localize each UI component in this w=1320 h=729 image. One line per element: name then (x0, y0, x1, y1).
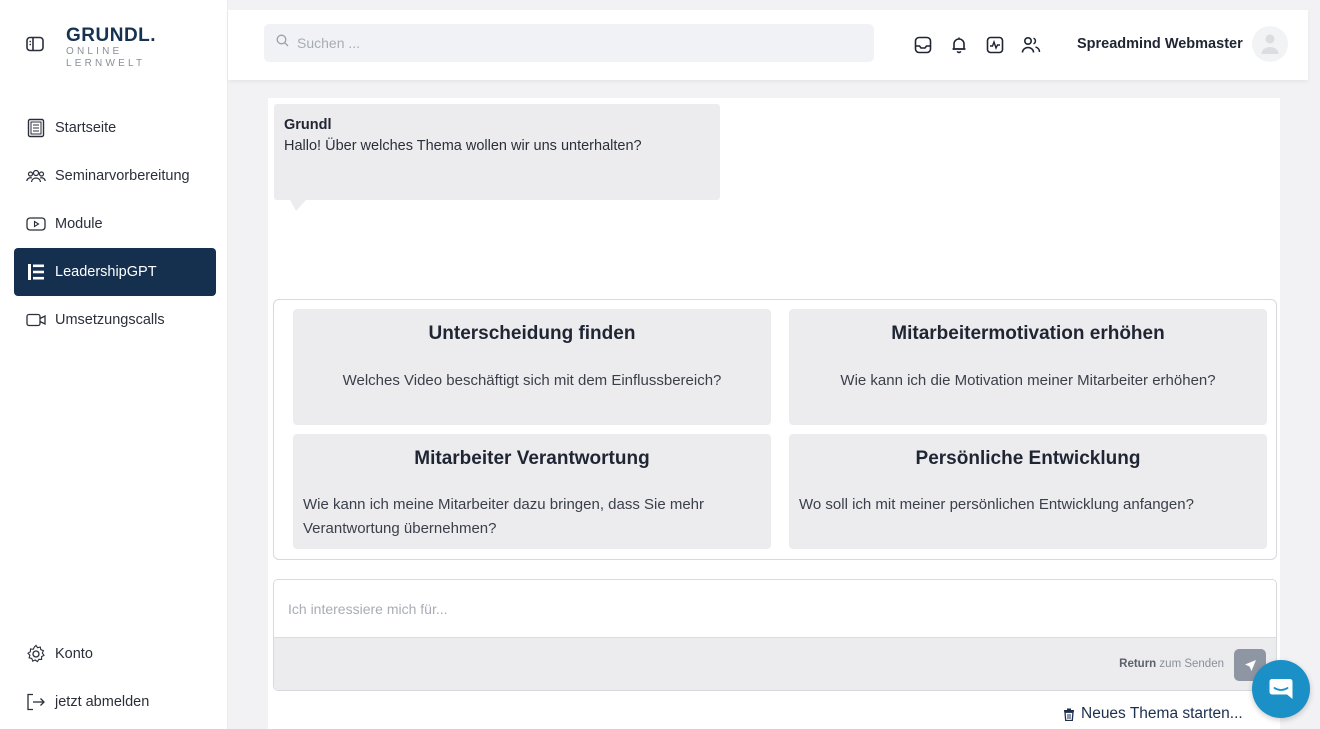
sidebar-item-label: Umsetzungscalls (55, 312, 165, 328)
topbar: Spreadmind Webmaster (228, 10, 1308, 80)
suggestions-panel: Unterscheidung finden Welches Video besc… (273, 299, 1277, 560)
sidebar-item-umsetzungscalls[interactable]: Umsetzungscalls (14, 296, 216, 344)
logo-subtitle-2: LERNWELT (66, 58, 146, 69)
suggestion-card-unterscheidung[interactable]: Unterscheidung finden Welches Video besc… (293, 309, 771, 425)
video-camera-icon (26, 310, 46, 330)
logo-title: GRUNDL. (66, 25, 157, 46)
topbar-icons (912, 34, 1042, 56)
activity-icon[interactable] (984, 34, 1006, 56)
bell-icon[interactable] (948, 34, 970, 56)
suggestion-text: Wo soll ich mit meiner persönlichen Entw… (799, 496, 1194, 513)
suggestion-card-entwicklung[interactable]: Persönliche Entwicklung Wo soll ich mit … (789, 434, 1267, 549)
user-name[interactable]: Spreadmind Webmaster (1077, 36, 1243, 52)
users-icon[interactable] (1020, 34, 1042, 56)
bot-message-text: Hallo! Über welches Thema wollen wir uns… (284, 138, 642, 154)
logo[interactable]: GRUNDL. ONLINE LERNWELT (66, 26, 156, 70)
sidebar: GRUNDL. ONLINE LERNWELT Startseite Semin… (0, 0, 228, 729)
suggestion-title: Unterscheidung finden (428, 323, 636, 344)
play-icon (26, 214, 46, 234)
sidebar-item-label: Module (55, 216, 103, 232)
logo-row: GRUNDL. ONLINE LERNWELT (26, 26, 156, 70)
logo-subtitle-1: ONLINE (66, 46, 123, 57)
send-hint: Return zum Senden (1119, 658, 1224, 670)
composer-input-area (274, 580, 1276, 638)
composer-footer: Return zum Senden (274, 638, 1276, 690)
sidebar-item-module[interactable]: Module (14, 200, 216, 248)
chat-bubble-icon (1269, 679, 1293, 699)
search-input[interactable] (297, 35, 857, 51)
sidebar-item-startseite[interactable]: Startseite (14, 104, 216, 152)
avatar[interactable] (1252, 26, 1288, 62)
sidebar-item-label: Konto (55, 646, 93, 662)
send-hint-text: zum Senden (1159, 658, 1224, 670)
chat-area: Grundl Hallo! Über welches Thema wollen … (268, 98, 1280, 729)
trash-icon (1063, 708, 1075, 721)
suggestion-title: Persönliche Entwicklung (915, 448, 1141, 469)
message-input[interactable] (274, 580, 1276, 638)
sidebar-item-leadershipgpt[interactable]: LeadershipGPT (14, 248, 216, 296)
sidebar-nav: Startseite Seminarvorbereitung Module Le… (14, 104, 216, 344)
sidebar-item-label: jetzt abmelden (55, 694, 150, 710)
sidebar-item-logout[interactable]: jetzt abmelden (14, 678, 216, 726)
suggestion-card-motivation[interactable]: Mitarbeitermotivation erhöhen Wie kann i… (789, 309, 1267, 425)
sidebar-item-label: Startseite (55, 120, 117, 136)
new-topic-button[interactable]: Neues Thema starten... (1063, 705, 1243, 723)
users-icon (26, 166, 46, 186)
send-icon (1244, 659, 1256, 671)
suggestion-card-verantwortung[interactable]: Mitarbeiter Verantwortung Wie kann ich m… (293, 434, 771, 549)
sidebar-bottom-nav: Konto jetzt abmelden (14, 630, 216, 726)
send-hint-key: Return (1119, 658, 1157, 670)
home-book-icon (26, 118, 46, 138)
suggestion-text: Welches Video beschäftigt sich mit dem E… (342, 372, 722, 389)
support-chat-button[interactable] (1252, 660, 1310, 718)
suggestion-title: Mitarbeiter Verantwortung (414, 448, 650, 469)
sidebar-item-seminarvorbereitung[interactable]: Seminarvorbereitung (14, 152, 216, 200)
search-icon (276, 34, 289, 52)
bot-message-bubble: Grundl Hallo! Über welches Thema wollen … (274, 104, 720, 211)
sidebar-item-label: Seminarvorbereitung (55, 168, 190, 184)
suggestion-text: Wie kann ich meine Mitarbeiter dazu brin… (303, 496, 705, 537)
bubble-tail (290, 200, 306, 211)
message-composer: Return zum Senden (273, 579, 1277, 691)
list-icon (26, 262, 46, 282)
logout-icon (26, 692, 46, 712)
sidebar-item-label: LeadershipGPT (55, 264, 157, 280)
sidebar-item-konto[interactable]: Konto (14, 630, 216, 678)
gear-icon (26, 644, 46, 664)
sidebar-toggle-icon[interactable] (26, 36, 44, 52)
suggestion-text: Wie kann ich die Motivation meiner Mitar… (840, 372, 1216, 389)
inbox-icon[interactable] (912, 34, 934, 56)
suggestion-title: Mitarbeitermotivation erhöhen (891, 323, 1165, 344)
new-topic-label: Neues Thema starten... (1081, 705, 1243, 722)
search-box[interactable] (264, 24, 874, 62)
bot-name: Grundl (284, 117, 332, 133)
